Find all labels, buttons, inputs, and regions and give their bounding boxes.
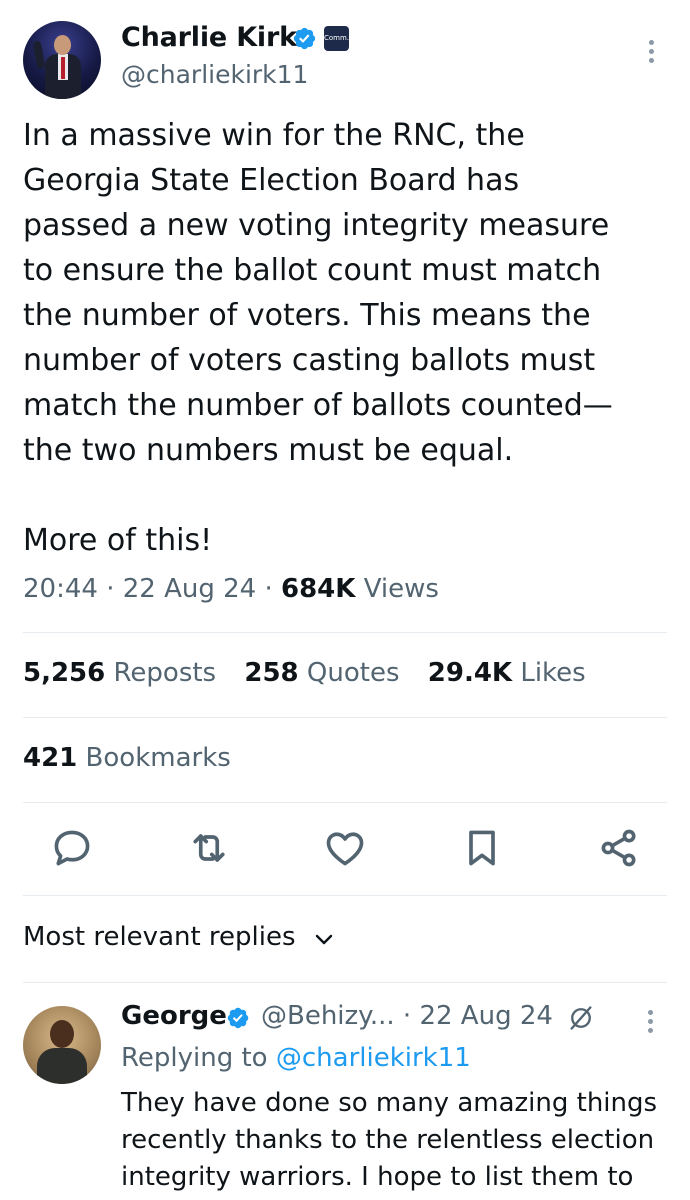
replying-to-link[interactable]: @charliekirk11	[276, 1043, 471, 1073]
replies-sort-label[interactable]: Most relevant replies	[23, 922, 296, 952]
affiliate-badge-icon[interactable]: Comm.	[324, 26, 349, 51]
bookmarks-stat[interactable]: 421 Bookmarks	[23, 743, 231, 773]
reply-button[interactable]	[50, 826, 94, 870]
reply-handle-date: @Behizy... · 22 Aug 24	[261, 1001, 553, 1031]
reply-handle[interactable]: @Behizy...	[261, 1001, 395, 1031]
replying-prefix: Replying to	[121, 1043, 268, 1073]
grok-icon[interactable]	[567, 1004, 595, 1032]
reply-icon	[54, 830, 90, 866]
bookmark-icon	[469, 830, 495, 866]
divider	[23, 895, 667, 896]
verified-badge-icon	[227, 1007, 249, 1029]
chevron-down-icon[interactable]	[314, 933, 334, 947]
like-icon	[326, 832, 364, 866]
tweet-time[interactable]: 20:44	[23, 574, 98, 604]
views-label: Views	[363, 574, 439, 604]
divider	[23, 632, 667, 633]
like-button[interactable]	[323, 826, 367, 870]
tweet-meta: 20:44 · 22 Aug 24 · 684K Views	[23, 574, 439, 604]
more-options-icon[interactable]	[641, 38, 661, 66]
replying-to: Replying to @charliekirk11	[121, 1043, 471, 1073]
tweet-text: In a massive win for the RNC, the Georgi…	[23, 118, 613, 558]
meta-separator: ·	[264, 574, 273, 604]
repost-icon	[193, 834, 225, 862]
author-name[interactable]: Charlie Kirk	[121, 22, 297, 53]
reply-text: They have done so many amazing things re…	[121, 1088, 658, 1192]
share-button[interactable]	[597, 826, 641, 870]
reply-date[interactable]: · 22 Aug 24	[403, 1001, 553, 1031]
reposts-stat[interactable]: 5,256 Reposts	[23, 658, 216, 688]
reply-more-options-icon[interactable]	[640, 1008, 660, 1036]
quotes-stat[interactable]: 258 Quotes	[244, 658, 399, 688]
reply-avatar[interactable]	[23, 1006, 101, 1084]
reply-author-name[interactable]: George	[121, 1001, 227, 1031]
engagement-stats: 5,256 Reposts 258 Quotes 29.4K Likes	[23, 658, 606, 688]
bookmark-button[interactable]	[460, 826, 504, 870]
share-icon	[601, 829, 636, 867]
author-avatar[interactable]	[23, 21, 101, 99]
divider	[23, 802, 667, 803]
meta-separator: ·	[106, 574, 115, 604]
verified-badge-icon	[293, 27, 316, 50]
tweet-date[interactable]: 22 Aug 24	[123, 574, 256, 604]
views-count: 684K	[281, 574, 356, 604]
author-handle[interactable]: @charliekirk11	[121, 60, 308, 89]
divider	[23, 717, 667, 718]
divider	[23, 982, 667, 983]
repost-button[interactable]	[187, 826, 231, 870]
likes-stat[interactable]: 29.4K Likes	[428, 658, 586, 688]
